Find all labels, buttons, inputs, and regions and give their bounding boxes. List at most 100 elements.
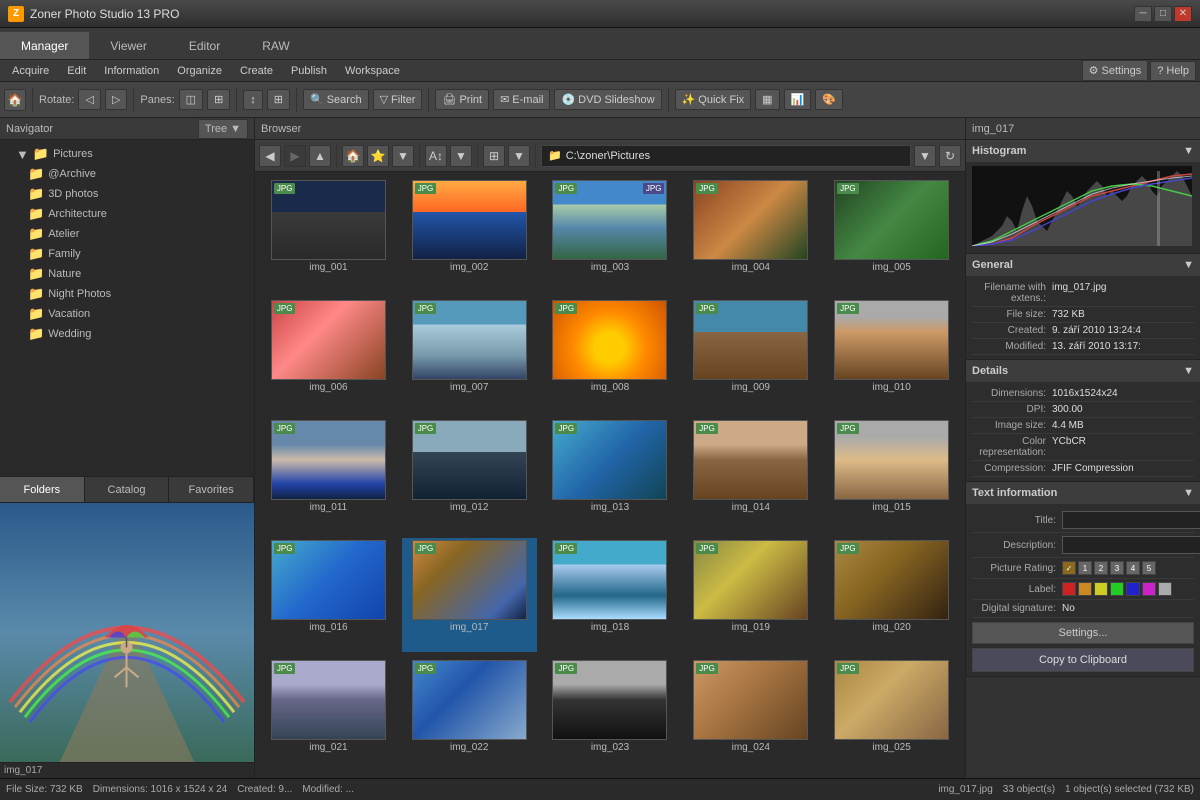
label-red[interactable] bbox=[1062, 582, 1076, 596]
menu-workspace[interactable]: Workspace bbox=[337, 63, 408, 79]
general-header[interactable]: General ▼ bbox=[966, 254, 1200, 276]
tree-dropdown[interactable]: Tree ▼ bbox=[198, 119, 248, 139]
settings-button[interactable]: Settings... bbox=[972, 622, 1194, 644]
sort-options-button[interactable]: ▼ bbox=[450, 145, 472, 167]
list-item[interactable]: JPG img_023 bbox=[543, 658, 678, 772]
list-item[interactable]: JPG img_011 bbox=[261, 418, 396, 532]
palette-button[interactable]: 🎨 bbox=[815, 89, 843, 110]
sort-az-button[interactable]: A↕ bbox=[425, 145, 447, 167]
back-button[interactable]: ◀ bbox=[259, 145, 281, 167]
menu-organize[interactable]: Organize bbox=[169, 63, 230, 79]
rotate-right-button[interactable]: ▷ bbox=[105, 89, 127, 110]
chevron-down-nav[interactable]: ▼ bbox=[392, 145, 414, 167]
quickfix-button[interactable]: ✨ Quick Fix bbox=[675, 89, 752, 110]
dvd-button[interactable]: 💿 DVD Slideshow bbox=[554, 89, 661, 110]
list-item[interactable]: JPG img_004 bbox=[683, 178, 818, 292]
details-header[interactable]: Details ▼ bbox=[966, 360, 1200, 382]
tree-item-family[interactable]: 📁 Family bbox=[0, 244, 254, 264]
tree-item-wedding[interactable]: 📁 Wedding bbox=[0, 324, 254, 344]
print-button[interactable]: 🖨 Print bbox=[435, 89, 489, 110]
tree-item-architecture[interactable]: 📁 Architecture bbox=[0, 204, 254, 224]
menu-information[interactable]: Information bbox=[96, 63, 167, 79]
tab-folders[interactable]: Folders bbox=[0, 477, 85, 502]
close-button[interactable]: ✕ bbox=[1174, 6, 1192, 22]
chart-button[interactable]: 📊 bbox=[784, 89, 812, 110]
minimize-button[interactable]: ─ bbox=[1134, 6, 1152, 22]
tree-item-nature[interactable]: 📁 Nature bbox=[0, 264, 254, 284]
settings-button[interactable]: ⚙ Settings bbox=[1082, 60, 1149, 81]
list-item[interactable]: JPG img_021 bbox=[261, 658, 396, 772]
tab-raw[interactable]: RAW bbox=[241, 32, 311, 59]
email-button[interactable]: ✉ E-mail bbox=[493, 89, 550, 110]
star-4[interactable]: 3 bbox=[1110, 561, 1124, 575]
list-item[interactable]: JPG img_019 bbox=[683, 538, 818, 652]
list-item[interactable]: JPG img_022 bbox=[402, 658, 537, 772]
menu-publish[interactable]: Publish bbox=[283, 63, 335, 79]
search-button[interactable]: 🔍 Search bbox=[303, 89, 369, 110]
help-button[interactable]: ? Help bbox=[1150, 61, 1196, 81]
label-orange[interactable] bbox=[1078, 582, 1092, 596]
tree-item-vacation[interactable]: 📁 Vacation bbox=[0, 304, 254, 324]
list-item[interactable]: JPG img_018 bbox=[543, 538, 678, 652]
tree-item-3d[interactable]: 📁 3D photos bbox=[0, 184, 254, 204]
text-info-header[interactable]: Text information ▼ bbox=[966, 482, 1200, 504]
copy-clipboard-button[interactable]: Copy to Clipboard bbox=[972, 648, 1194, 672]
list-item[interactable]: JPG JPG img_003 bbox=[543, 178, 678, 292]
rotate-left-button[interactable]: ◁ bbox=[78, 89, 100, 110]
list-item[interactable]: JPG img_006 bbox=[261, 298, 396, 412]
bookmarks-button[interactable]: ⭐ bbox=[367, 145, 389, 167]
list-item[interactable]: JPG img_008 bbox=[543, 298, 678, 412]
list-item[interactable]: JPG img_005 bbox=[824, 178, 959, 292]
label-blue[interactable] bbox=[1126, 582, 1140, 596]
tree-item-archive[interactable]: 📁 @Archive bbox=[0, 164, 254, 184]
description-input[interactable] bbox=[1062, 536, 1200, 554]
list-item[interactable]: JPG img_016 bbox=[261, 538, 396, 652]
list-item[interactable]: JPG img_007 bbox=[402, 298, 537, 412]
list-item[interactable]: JPG img_025 bbox=[824, 658, 959, 772]
refresh-button[interactable]: ↻ bbox=[939, 145, 961, 167]
home-folder-button[interactable]: 🏠 bbox=[342, 145, 364, 167]
star-3[interactable]: 2 bbox=[1094, 561, 1108, 575]
list-item[interactable]: JPG img_010 bbox=[824, 298, 959, 412]
star-5[interactable]: 4 bbox=[1126, 561, 1140, 575]
list-item[interactable]: JPG img_017 bbox=[402, 538, 537, 652]
title-input[interactable] bbox=[1062, 511, 1200, 529]
list-item[interactable]: JPG img_012 bbox=[402, 418, 537, 532]
up-button[interactable]: ▲ bbox=[309, 145, 331, 167]
bars-button[interactable]: ▦ bbox=[755, 89, 779, 110]
list-item[interactable]: JPG img_020 bbox=[824, 538, 959, 652]
menu-acquire[interactable]: Acquire bbox=[4, 63, 57, 79]
star-6[interactable]: 5 bbox=[1142, 561, 1156, 575]
list-item[interactable]: JPG img_024 bbox=[683, 658, 818, 772]
sort-button[interactable]: ↕ bbox=[243, 90, 263, 110]
label-purple[interactable] bbox=[1142, 582, 1156, 596]
list-item[interactable]: JPG img_013 bbox=[543, 418, 678, 532]
tree-item-night-photos[interactable]: 📁 Night Photos bbox=[0, 284, 254, 304]
tab-catalog[interactable]: Catalog bbox=[85, 477, 170, 502]
list-item[interactable]: JPG img_001 bbox=[261, 178, 396, 292]
label-gray[interactable] bbox=[1158, 582, 1172, 596]
label-green[interactable] bbox=[1110, 582, 1124, 596]
menu-edit[interactable]: Edit bbox=[59, 63, 94, 79]
star-1[interactable]: ✓ bbox=[1062, 561, 1076, 575]
view-grid-button[interactable]: ⊞ bbox=[483, 145, 505, 167]
path-dropdown[interactable]: ▼ bbox=[914, 145, 936, 167]
list-item[interactable]: JPG img_014 bbox=[683, 418, 818, 532]
filter-button[interactable]: ▽ Filter bbox=[373, 89, 423, 110]
star-2[interactable]: 1 bbox=[1078, 561, 1092, 575]
panes-dual-button[interactable]: ⊞ bbox=[207, 89, 230, 110]
tab-favorites[interactable]: Favorites bbox=[169, 477, 254, 502]
tree-item-pictures[interactable]: ▼ 📁 Pictures bbox=[0, 144, 254, 164]
label-yellow[interactable] bbox=[1094, 582, 1108, 596]
list-item[interactable]: JPG img_015 bbox=[824, 418, 959, 532]
view-button[interactable]: ⊞ bbox=[267, 89, 290, 110]
tab-manager[interactable]: Manager bbox=[0, 32, 89, 59]
view-options-button[interactable]: ▼ bbox=[508, 145, 530, 167]
list-item[interactable]: JPG img_002 bbox=[402, 178, 537, 292]
list-item[interactable]: JPG img_009 bbox=[683, 298, 818, 412]
maximize-button[interactable]: □ bbox=[1154, 6, 1172, 22]
home-button[interactable]: 🏠 bbox=[4, 89, 26, 111]
tab-editor[interactable]: Editor bbox=[168, 32, 241, 59]
tree-item-atelier[interactable]: 📁 Atelier bbox=[0, 224, 254, 244]
menu-create[interactable]: Create bbox=[232, 63, 281, 79]
